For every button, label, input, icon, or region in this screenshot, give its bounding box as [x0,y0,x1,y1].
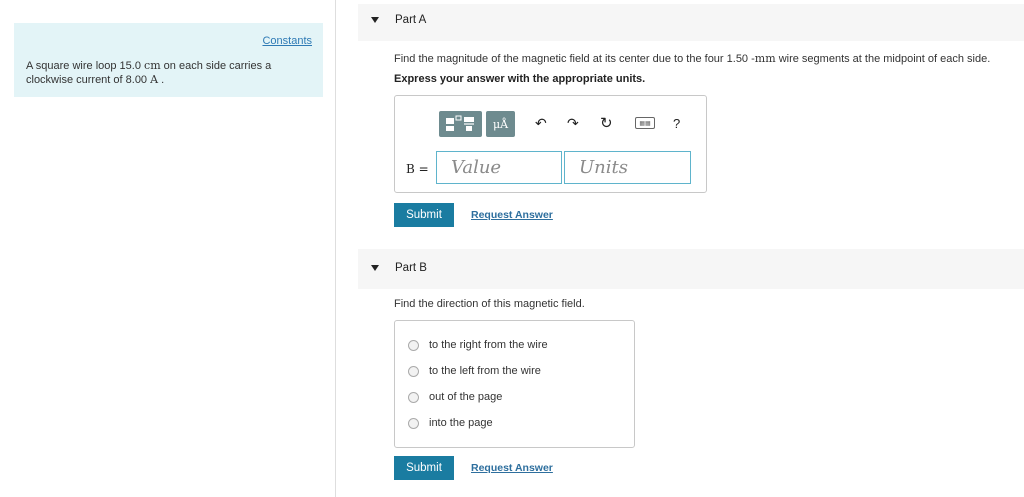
value-input[interactable]: Value [436,151,562,184]
redo-icon[interactable]: ↷ [567,115,579,132]
units-symbol-button[interactable]: μÅ [486,111,515,137]
problem-statement: A square wire loop 15.0 cm on each side … [26,59,272,86]
answer-box: μÅ ↶ ↷ ↻ ▦▦ ? B = Value Units [394,95,707,193]
reset-icon[interactable]: ↻ [600,114,613,132]
part-a-header[interactable]: Part A [358,4,1024,41]
collapse-caret-icon[interactable] [371,17,379,23]
units-input[interactable]: Units [564,151,691,184]
option-left[interactable]: to the left from the wire [408,363,541,379]
option-label: into the page [429,417,493,429]
part-a-question: Find the magnitude of the magnetic field… [394,52,991,65]
problem-panel: Constants A square wire loop 15.0 cm on … [14,23,323,97]
part-b-title: Part B [395,262,427,274]
option-out-of-page[interactable]: out of the page [408,389,502,405]
radio-button[interactable] [408,339,419,351]
option-label: to the right from the wire [429,339,548,351]
part-b-request-answer-link[interactable]: Request Answer [471,462,553,474]
option-into-page[interactable]: into the page [408,415,493,431]
constants-link[interactable]: Constants [262,35,312,47]
part-a-title: Part A [395,14,427,26]
part-a-request-answer-link[interactable]: Request Answer [471,209,553,221]
options-box: to the right from the wire to the left f… [394,320,635,448]
radio-button[interactable] [408,365,419,377]
option-right[interactable]: to the right from the wire [408,337,548,353]
part-b-header[interactable]: Part B [358,249,1024,289]
radio-button[interactable] [408,417,419,429]
keyboard-icon[interactable]: ▦▦ [635,117,655,129]
option-label: out of the page [429,391,503,403]
fraction-template-icon [445,115,474,131]
part-a-instruction: Express your answer with the appropriate… [394,73,646,85]
help-icon[interactable]: ? [673,116,680,131]
option-label: to the left from the wire [429,365,541,377]
part-b-question: Find the direction of this magnetic fiel… [394,298,585,310]
undo-icon[interactable]: ↶ [535,115,547,132]
column-divider [335,0,336,497]
variable-label: B = [406,162,429,176]
radio-button[interactable] [408,391,419,403]
templates-button[interactable] [439,111,482,137]
part-b-submit-button[interactable]: Submit [394,456,454,480]
collapse-caret-icon[interactable] [371,265,379,271]
part-a-submit-button[interactable]: Submit [394,203,454,227]
